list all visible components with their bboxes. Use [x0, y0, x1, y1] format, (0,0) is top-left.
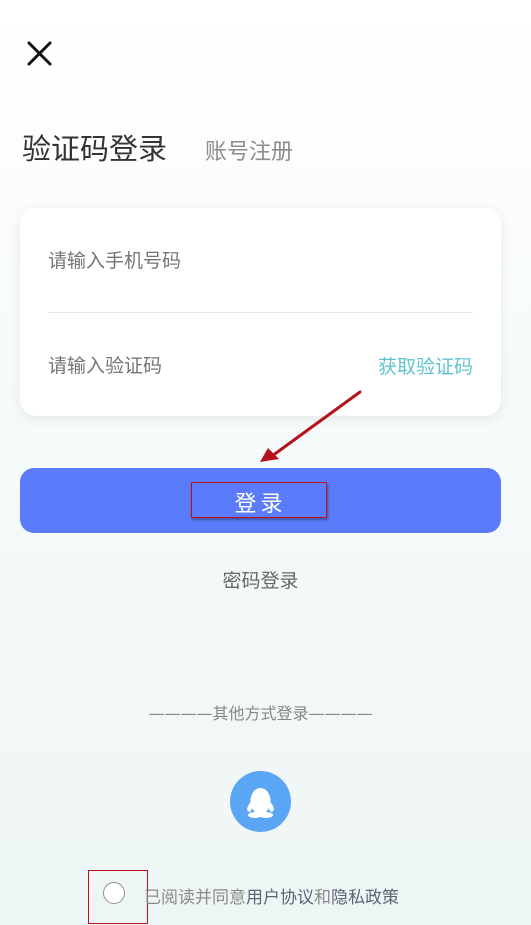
phone-input[interactable]: [48, 244, 473, 278]
get-code-button[interactable]: 获取验证码: [378, 352, 473, 379]
agreement-checkbox[interactable]: [103, 882, 125, 904]
tab-register[interactable]: 账号注册: [205, 134, 293, 166]
privacy-policy-link[interactable]: 隐私政策: [331, 888, 399, 908]
qq-icon: [247, 788, 274, 818]
password-login-link[interactable]: 密码登录: [0, 566, 521, 593]
login-form-card: 获取验证码: [20, 208, 501, 416]
agreement-conjunction: 和: [314, 888, 331, 908]
login-button-label: 登录: [234, 492, 287, 517]
close-icon: [27, 41, 52, 66]
login-button[interactable]: 登录: [20, 468, 501, 533]
agreement-prefix: 已阅读并同意: [144, 888, 246, 908]
login-tabs: 验证码登录 账号注册: [22, 126, 293, 168]
agreement-text: 已阅读并同意用户协议和隐私政策: [144, 883, 399, 908]
annotation-arrow: [260, 390, 362, 462]
field-divider: [48, 312, 473, 313]
close-button[interactable]: [22, 36, 58, 72]
qq-login-button[interactable]: [230, 771, 291, 832]
other-login-divider-label: ————其他方式登录————: [148, 704, 373, 723]
user-agreement-link[interactable]: 用户协议: [246, 888, 314, 908]
verification-code-input[interactable]: [48, 349, 328, 383]
tab-sms-login[interactable]: 验证码登录: [22, 126, 167, 168]
